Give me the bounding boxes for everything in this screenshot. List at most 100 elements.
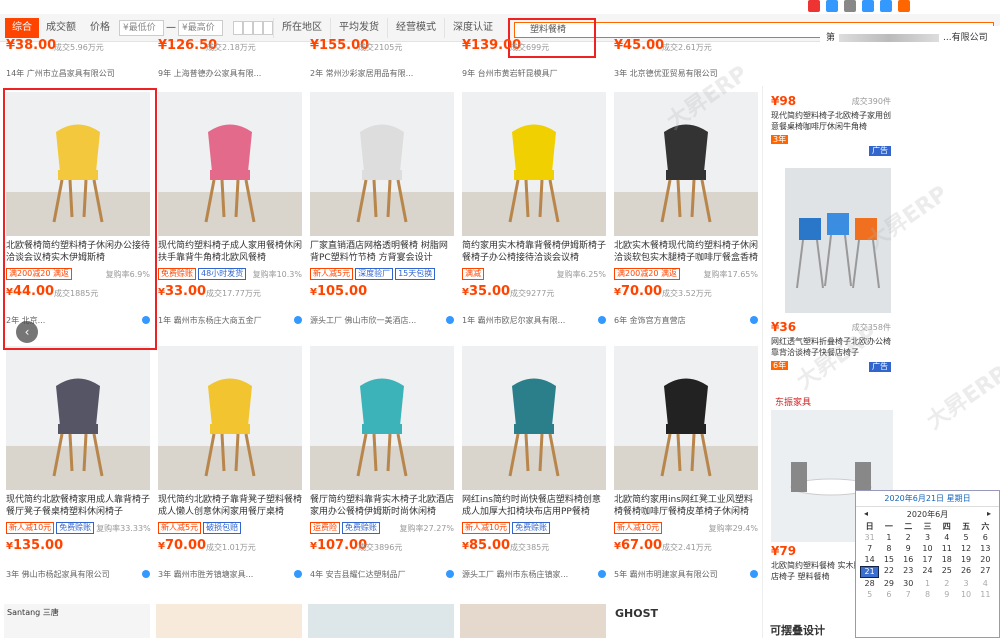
product-card[interactable]: 简约家用实木椅靠背餐椅伊姆斯椅子餐椅子办公椅接待洽谈会议椅 满减 复购率6.25%… <box>462 92 608 342</box>
sidebar-ad-2-image[interactable] <box>785 168 891 313</box>
calendar-day[interactable]: 18 <box>937 555 956 565</box>
product-card[interactable]: 现代简约北欧餐椅家用成人靠背椅子餐厅凳子餐桌椅塑料休闲椅子 新人减10元 免费赊账… <box>6 346 152 596</box>
top-row-product[interactable]: ¥126.50 成交2.18万元 9年 上海普德办公家具有限... <box>158 38 302 86</box>
sidebar-ad-1[interactable]: ¥98 成交390件 现代简约塑料椅子北欧椅子家用创意餐桌椅咖啡厅休闲牛角椅 3… <box>771 94 891 156</box>
shop-name[interactable]: 3年 北京德优亚贸易有限公司 <box>614 68 758 79</box>
calendar-day[interactable]: 23 <box>899 566 918 578</box>
sogou-icon[interactable] <box>808 0 820 12</box>
product-card[interactable]: 厂家直销酒店网格透明餐椅 树脂网背PC塑料竹节椅 方背宴会设计 新人减5元 深度验… <box>310 92 456 342</box>
product-card[interactable]: 北欧实木餐椅现代简约塑料椅子休闲洽谈软包实木腿椅子咖啡厅餐盒香椅 满200减20… <box>614 92 760 342</box>
chat-icon[interactable] <box>142 570 150 578</box>
calendar-day[interactable]: 1 <box>918 579 937 589</box>
dropdown-business-mode[interactable]: 经营模式 <box>387 17 444 38</box>
product-title[interactable]: 现代简约北欧餐椅家用成人靠背椅子餐厅凳子餐桌椅塑料休闲椅子 <box>6 494 150 518</box>
shop-name[interactable]: 1年 霸州市欧尼尔家具有限... <box>462 315 565 326</box>
shop-row[interactable]: 1年 霸州市东杨庄大商五金厂 <box>158 314 302 326</box>
calendar-day[interactable]: 3 <box>956 579 975 589</box>
calendar-day[interactable]: 11 <box>976 590 995 600</box>
dropdown-region[interactable]: 所在地区 <box>273 17 330 38</box>
product-image[interactable] <box>310 92 454 236</box>
bottom-product-4[interactable] <box>460 604 606 638</box>
shop-row[interactable]: 源头工厂 霸州市东杨庄镇家... <box>462 568 606 580</box>
calendar-day[interactable]: 15 <box>879 555 898 565</box>
product-image[interactable] <box>158 346 302 490</box>
product-card[interactable]: 餐厅简约塑料靠背实木椅子北欧酒店家用办公餐椅伊姆斯时尚休闲椅 运费险 免费赊账 复购… <box>310 346 456 596</box>
product-image[interactable] <box>614 92 758 236</box>
shop-name[interactable]: 3年 霸州市胜芳镇塘家具... <box>158 569 253 580</box>
calendar-day[interactable]: 28 <box>860 579 879 589</box>
calendar-day[interactable]: 16 <box>899 555 918 565</box>
ime-icon[interactable] <box>826 0 838 12</box>
calendar-day[interactable]: 26 <box>956 566 975 578</box>
calendar-month[interactable]: 2020年6月 <box>907 509 948 520</box>
calendar-date-header[interactable]: 2020年6月21日 星期日 <box>856 491 999 507</box>
chat-icon[interactable] <box>446 570 454 578</box>
chat-icon[interactable] <box>598 316 606 324</box>
product-title[interactable]: 现代简约塑料椅子成人家用餐椅休闲扶手靠背牛角椅北欧风餐椅 <box>158 240 302 264</box>
top-row-product[interactable]: ¥38.00 成交5.96万元 14年 广州市立昌家具有限公司 <box>6 38 150 86</box>
calendar-day[interactable]: 5 <box>956 533 975 543</box>
calendar-day[interactable]: 6 <box>976 533 995 543</box>
calendar-day[interactable]: 8 <box>918 590 937 600</box>
calendar-next-icon[interactable]: ▸ <box>987 509 991 520</box>
calendar-day[interactable]: 30 <box>899 579 918 589</box>
calendar-day[interactable]: 29 <box>879 579 898 589</box>
shop-row[interactable]: 1年 霸州市欧尼尔家具有限... <box>462 314 606 326</box>
calendar-day[interactable]: 3 <box>918 533 937 543</box>
shop-name[interactable]: 3年 佛山市杨起家具有限公司 <box>6 569 110 580</box>
shop-name[interactable]: 源头工厂 佛山市欣一美酒店... <box>310 315 416 326</box>
product-title[interactable]: 北欧简约家用ins网红凳工业风塑料椅餐椅咖啡厅餐椅皮革椅子休闲椅 <box>614 494 758 518</box>
product-card[interactable]: 现代简约塑料椅子成人家用餐椅休闲扶手靠背牛角椅北欧风餐椅 免费赊账 48小时发货复… <box>158 92 304 342</box>
shop-row[interactable]: 3年 霸州市胜芳镇塘家具... <box>158 568 302 580</box>
keyboard-icon[interactable] <box>880 0 892 12</box>
product-image[interactable] <box>462 92 606 236</box>
top-row-product[interactable]: ¥155.00 成交2105元 2年 常州沙彩家居用品有限... <box>310 38 454 86</box>
chat-icon[interactable] <box>598 570 606 578</box>
calendar-day[interactable]: 10 <box>956 590 975 600</box>
top-row-product[interactable]: ¥139.00 成交699元 9年 台州市黄岩轩昆模具厂 <box>462 38 606 86</box>
calendar-day[interactable]: 5 <box>860 590 879 600</box>
product-card[interactable]: 网红ins简约时尚快餐店塑料椅创意成人加厚大扣椅块布店用PP餐椅 新人减10元免… <box>462 346 608 596</box>
calendar-day[interactable]: 25 <box>937 566 956 578</box>
chat-icon[interactable] <box>750 570 758 578</box>
calendar-day[interactable]: 2 <box>937 579 956 589</box>
chat-icon[interactable] <box>294 316 302 324</box>
calendar-day[interactable]: 7 <box>860 544 879 554</box>
calendar-day[interactable]: 6 <box>879 590 898 600</box>
sidebar-ad-2[interactable]: ¥36 成交358件 网红透气塑料折叠椅子北欧办公椅靠背洽谈椅子快餐店椅子 6年… <box>771 320 891 372</box>
calendar-day[interactable]: 10 <box>918 544 937 554</box>
shop-row[interactable]: 4年 安吉县耀仁达塑制品厂 <box>310 568 454 580</box>
bottom-product-2[interactable] <box>156 604 302 638</box>
shop-name[interactable]: 1年 霸州市东杨庄大商五金厂 <box>158 315 262 326</box>
calendar-day[interactable]: 14 <box>860 555 879 565</box>
chat-icon[interactable] <box>446 316 454 324</box>
calendar-day[interactable]: 7 <box>899 590 918 600</box>
emoji-icon[interactable] <box>844 0 856 12</box>
calendar-day[interactable]: 13 <box>976 544 995 554</box>
calendar-day[interactable]: 1 <box>879 533 898 543</box>
product-image[interactable] <box>310 346 454 490</box>
product-image[interactable] <box>158 92 302 236</box>
product-title[interactable]: 简约家用实木椅靠背餐椅伊姆斯椅子餐椅子办公椅接待洽谈会议椅 <box>462 240 606 264</box>
shop-row[interactable]: 5年 霸州市明建家具有限公司 <box>614 568 758 580</box>
shop-name[interactable]: 14年 广州市立昌家具有限公司 <box>6 68 150 79</box>
dropdown-certification[interactable]: 深度认证 <box>444 17 501 38</box>
dropdown-shipping[interactable]: 平均发货 <box>330 17 387 38</box>
calendar-popup[interactable]: 2020年6月21日 星期日 ◂ 2020年6月 ▸ 日一二三四五六 31 1 2 3 4… <box>855 490 1000 638</box>
shop-name[interactable]: 2年 常州沙彩家居用品有限... <box>310 68 454 79</box>
min-price-input[interactable]: ¥最低价 <box>119 19 164 36</box>
user-icon[interactable] <box>898 0 910 12</box>
shop-row[interactable]: 6年 金饰宫方直营店 <box>614 314 758 326</box>
calendar-day[interactable]: 11 <box>937 544 956 554</box>
prev-arrow-icon[interactable]: ‹ <box>16 321 38 343</box>
bottom-product-1[interactable]: Santang 三唐 <box>4 604 150 638</box>
calendar-day[interactable]: 31 <box>860 533 879 543</box>
calendar-day[interactable]: 4 <box>976 579 995 589</box>
product-title[interactable]: 厂家直销酒店网格透明餐椅 树脂网背PC塑料竹节椅 方背宴会设计 <box>310 240 454 264</box>
calendar-day[interactable]: 21 <box>860 566 880 578</box>
product-image[interactable] <box>614 346 758 490</box>
tab-turnover[interactable]: 成交额 <box>39 18 83 38</box>
calendar-day[interactable]: 22 <box>879 566 898 578</box>
shop-name[interactable]: 源头工厂 霸州市东杨庄镇家... <box>462 569 568 580</box>
product-title[interactable]: 网红ins简约时尚快餐店塑料椅创意成人加厚大扣椅块布店用PP餐椅 <box>462 494 606 518</box>
